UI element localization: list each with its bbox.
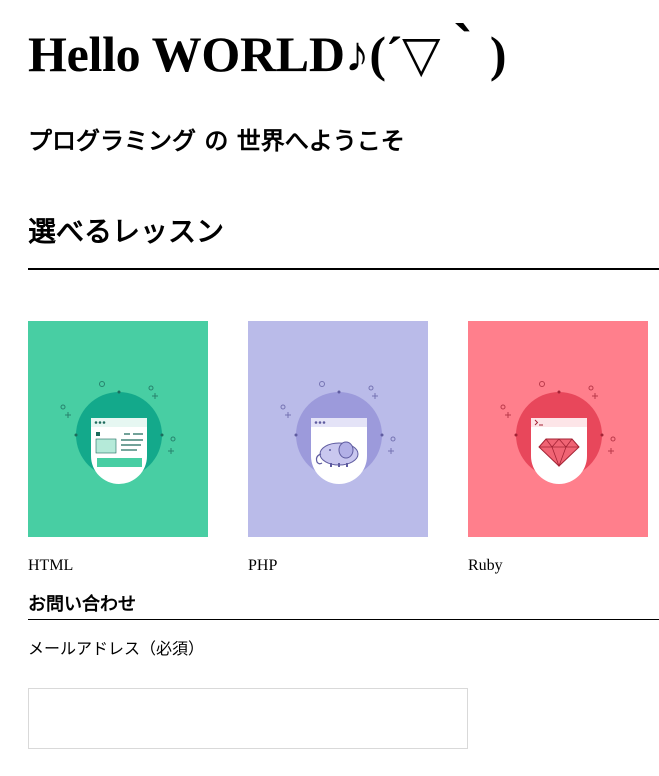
page: Hello WORLD♪(´▽｀) プログラミング の 世界へようこそ 選べるレ… [0, 0, 659, 776]
lesson-card-html[interactable]: HTML [28, 321, 208, 574]
email-label: メールアドレス（必須） [28, 639, 205, 658]
lesson-label-php: PHP [248, 557, 278, 574]
lesson-card-php[interactable]: PHP [248, 321, 428, 574]
ruby-lesson-image[interactable] [468, 321, 648, 537]
contact-divider [28, 619, 659, 620]
html-lesson-image[interactable] [28, 321, 208, 537]
ruby-gem-icon [468, 321, 648, 537]
hero-subtitle: プログラミング の 世界へようこそ [28, 126, 405, 155]
email-input[interactable] [28, 688, 468, 749]
lessons-heading: 選べるレッスン [28, 215, 225, 248]
lesson-label-html: HTML [28, 557, 74, 574]
html-window-icon [28, 321, 208, 537]
section-divider [28, 268, 659, 270]
hero-title: Hello WORLD♪(´▽｀) [28, 26, 507, 82]
php-lesson-image[interactable] [248, 321, 428, 537]
contact-heading: お問い合わせ [28, 594, 136, 615]
lesson-card-ruby[interactable]: Ruby [468, 321, 648, 574]
lesson-label-ruby: Ruby [468, 557, 503, 574]
php-elephant-icon [248, 321, 428, 537]
